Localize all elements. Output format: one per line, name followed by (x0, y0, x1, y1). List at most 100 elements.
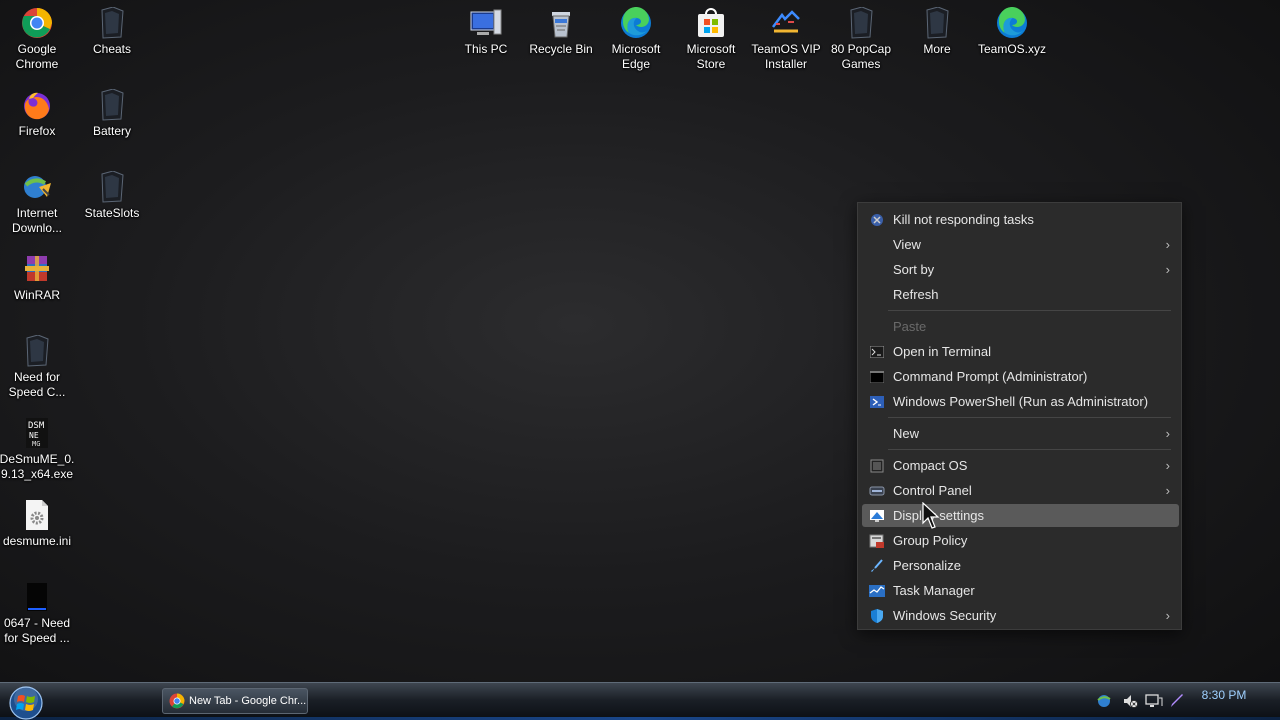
menu-item-label: Paste (893, 319, 927, 334)
menu-item-view[interactable]: View › (862, 233, 1179, 256)
menu-item-task-manager[interactable]: Task Manager (862, 579, 1179, 602)
menu-item-label: Refresh (893, 287, 939, 302)
taskbar-button-chrome[interactable]: New Tab - Google Chr... (162, 688, 308, 714)
desktop-icon-label: Google Chrome (15, 42, 59, 71)
recycle-bin-icon (544, 6, 578, 40)
desktop-icon-microsoft-store[interactable]: Microsoft Store (674, 6, 748, 72)
desktop-icon-winrar[interactable]: WinRAR (0, 252, 74, 303)
desktop-icon-label: TeamOS VIP Installer (751, 42, 821, 71)
menu-item-label: Kill not responding tasks (893, 212, 1034, 227)
desktop-icon-label: DeSmuME_0. 9.13_x64.exe (0, 452, 75, 481)
computer-icon (469, 6, 503, 40)
desktop-icon-label: Microsoft Edge (611, 42, 661, 71)
menu-item-paste: Paste (862, 315, 1179, 338)
menu-item-sort-by[interactable]: Sort by › (862, 258, 1179, 281)
desktop-icon-label: TeamOS.xyz (977, 42, 1046, 56)
desktop-icon-firefox[interactable]: Firefox (0, 88, 74, 139)
kill-task-icon (868, 211, 886, 229)
svg-text:NE: NE (29, 431, 39, 440)
desktop-icon-battery[interactable]: Battery (75, 88, 149, 139)
desktop-icon-popcap-games[interactable]: 80 PopCap Games (824, 6, 898, 72)
desktop-icon-teamos-xyz[interactable]: TeamOS.xyz (975, 6, 1049, 57)
menu-item-label: Command Prompt (Administrator) (893, 369, 1088, 384)
terminal-icon (868, 343, 886, 361)
desktop-icon-more[interactable]: More (900, 6, 974, 57)
group-policy-icon (868, 532, 886, 550)
mouse-cursor-icon (922, 501, 942, 535)
menu-item-label: View (893, 237, 921, 252)
desktop-icon-need-for-speed[interactable]: Need for Speed C... (0, 334, 74, 400)
menu-item-kill-not-responding-tasks[interactable]: Kill not responding tasks (862, 208, 1179, 231)
edge-icon (995, 6, 1029, 40)
chevron-right-icon: › (1165, 237, 1170, 252)
chevron-right-icon: › (1165, 608, 1170, 623)
tray-idm-icon[interactable] (1096, 688, 1112, 714)
menu-item-open-in-terminal[interactable]: Open in Terminal (862, 340, 1179, 363)
desktop-icon-label: Recycle Bin (529, 42, 593, 56)
desktop-icon-label: This PC (464, 42, 508, 56)
brush-icon (868, 557, 886, 575)
desktop-icon-label: Internet Downlo... (11, 206, 63, 235)
menu-item-windows-security[interactable]: Windows Security › (862, 604, 1179, 627)
menu-item-command-prompt-admin[interactable]: Command Prompt (Administrator) (862, 365, 1179, 388)
menu-item-label: New (893, 426, 920, 441)
powershell-icon (868, 393, 886, 411)
desktop-icon-label: desmume.ini (2, 534, 72, 548)
menu-item-powershell-admin[interactable]: Windows PowerShell (Run as Administrator… (862, 390, 1179, 413)
network-icon[interactable] (1145, 688, 1163, 714)
idm-icon (20, 170, 54, 204)
menu-item-label: Compact OS (893, 458, 968, 473)
desktop-icon-desmume-exe[interactable]: DSM NE MG DeSmuME_0. 9.13_x64.exe (0, 416, 74, 482)
desktop-icon-stateslots[interactable]: StateSlots (75, 170, 149, 221)
edge-icon (619, 6, 653, 40)
desktop-icon-desmume-ini[interactable]: desmume.ini (0, 498, 74, 549)
menu-item-label: Open in Terminal (893, 344, 992, 359)
chevron-right-icon: › (1165, 262, 1170, 277)
desktop-icon-label: Firefox (18, 124, 56, 138)
menu-item-label: Sort by (893, 262, 935, 277)
desktop-icon-teamos-vip-installer[interactable]: TeamOS VIP Installer (749, 6, 823, 72)
chevron-right-icon: › (1165, 458, 1170, 473)
folder-dark-icon (95, 88, 129, 122)
menu-item-label: Personalize (893, 558, 961, 573)
menu-item-compact-os[interactable]: Compact OS › (862, 454, 1179, 477)
folder-dark-icon (920, 6, 954, 40)
desktop-icon-recycle-bin[interactable]: Recycle Bin (524, 6, 598, 57)
menu-item-display-settings[interactable]: Display settings (862, 504, 1179, 527)
taskbar-button-label: New Tab - Google Chr... (189, 695, 307, 707)
pen-icon[interactable] (1169, 688, 1185, 714)
desktop-icon-cheats[interactable]: Cheats (75, 6, 149, 57)
menu-item-label: Windows PowerShell (Run as Administrator… (893, 394, 1149, 409)
menu-item-label: Windows Security (893, 608, 997, 623)
menu-item-group-policy[interactable]: Group Policy (862, 529, 1179, 552)
shield-icon (868, 607, 886, 625)
start-button[interactable] (6, 684, 46, 720)
menu-item-new[interactable]: New › (862, 422, 1179, 445)
desktop-icon-microsoft-edge[interactable]: Microsoft Edge (599, 6, 673, 72)
installer-icon (769, 6, 803, 40)
desktop-icon-internet-download-manager[interactable]: Internet Downlo... (0, 170, 74, 236)
menu-item-label: Control Panel (893, 483, 972, 498)
desktop-icon-google-chrome[interactable]: Google Chrome (0, 6, 74, 72)
settings-file-icon (20, 498, 54, 532)
desktop-icon-label: Cheats (92, 42, 132, 56)
game-file-icon (20, 580, 54, 614)
menu-item-refresh[interactable]: Refresh (862, 283, 1179, 306)
control-panel-icon (868, 482, 886, 500)
desktop-icon-nfs-rom[interactable]: 0647 - Need for Speed ... (0, 580, 74, 646)
menu-separator (888, 310, 1171, 311)
display-icon (868, 507, 886, 525)
menu-item-personalize[interactable]: Personalize (862, 554, 1179, 577)
folder-dark-icon (95, 6, 129, 40)
desmume-icon: DSM NE MG (20, 416, 54, 450)
menu-item-control-panel[interactable]: Control Panel › (862, 479, 1179, 502)
desktop-icon-label: 80 PopCap Games (830, 42, 892, 71)
menu-item-label: Group Policy (893, 533, 968, 548)
chrome-icon (169, 693, 185, 709)
store-icon (694, 6, 728, 40)
windows-orb-icon (9, 686, 43, 720)
taskbar-clock[interactable]: 8:30 PM (1192, 688, 1256, 702)
desktop-icon-label: More (923, 42, 951, 56)
desktop-icon-this-pc[interactable]: This PC (449, 6, 523, 57)
volume-muted-icon[interactable] (1122, 688, 1138, 714)
